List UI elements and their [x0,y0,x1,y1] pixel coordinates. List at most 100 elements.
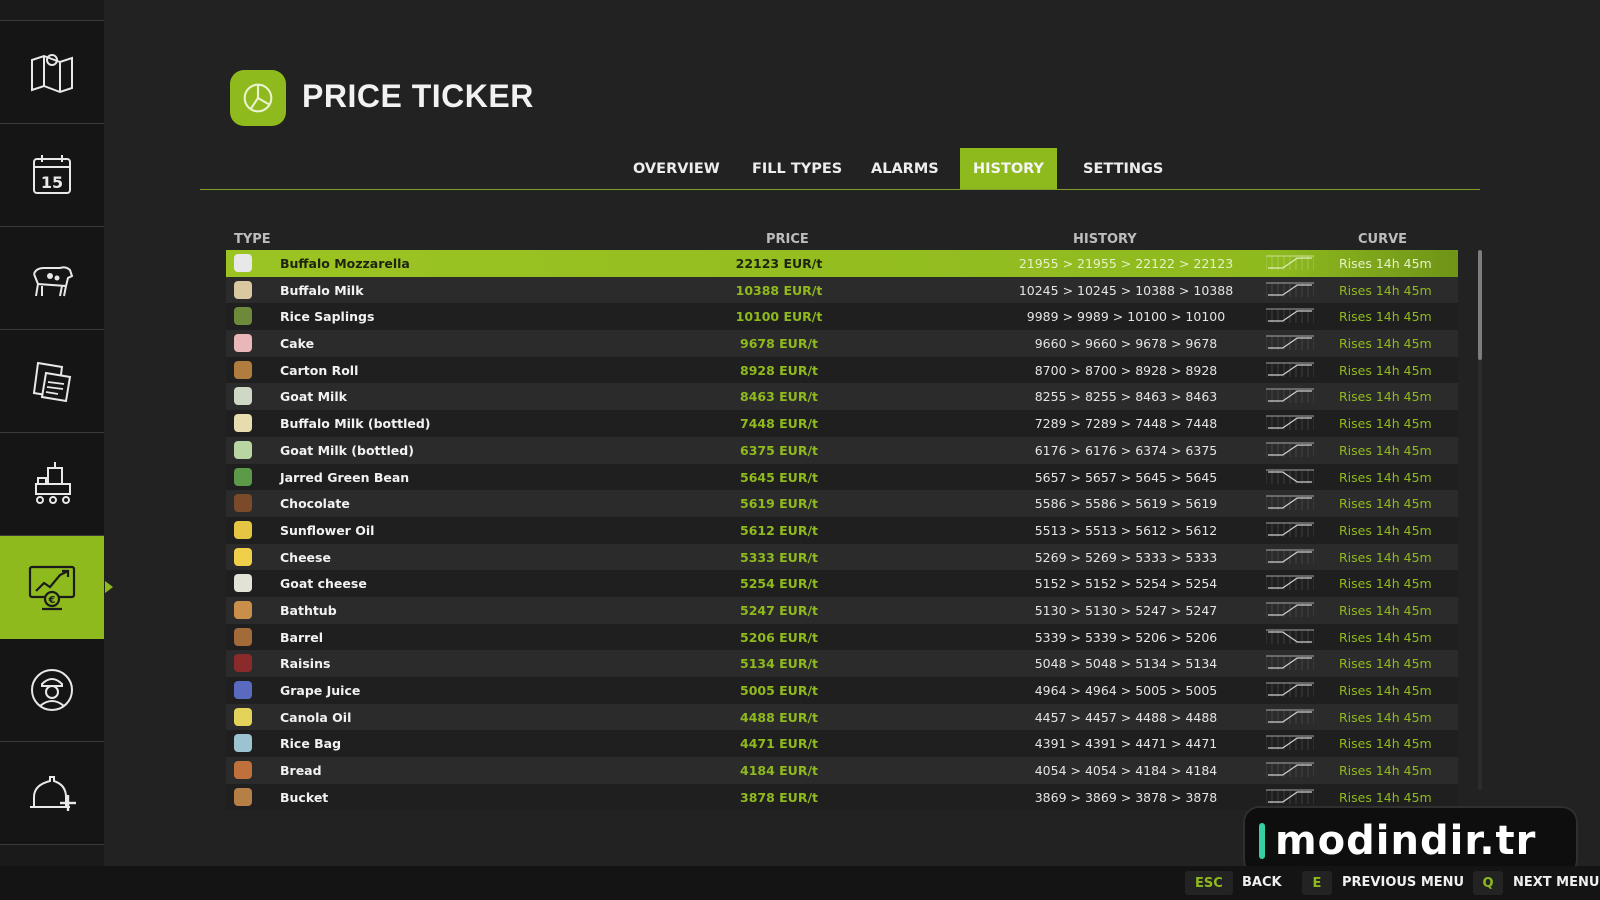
column-header-curve[interactable]: CURVE [1358,232,1407,247]
table-row[interactable]: Carton Roll 8928 EUR/t 8700 > 8700 > 8928 … [226,356,1458,384]
fill-type-name: Cheese [280,549,331,565]
column-header-history[interactable]: HISTORY [1073,232,1137,247]
tab-overview[interactable]: OVERVIEW [616,148,737,190]
fill-type-icon [234,334,252,353]
fill-type-icon [234,761,252,780]
fill-type-icon [234,654,252,673]
sidebar-item-calendar[interactable]: 15 [0,124,104,227]
esc-key-button[interactable]: ESC [1185,871,1233,895]
sidebar-item-animals[interactable] [0,227,104,330]
table-row[interactable]: Buffalo Mozzarella 22123 EUR/t 21955 > 219… [226,250,1458,277]
price-cell: 5247 EUR/t [740,602,818,618]
table-row[interactable]: Canola Oil 4488 EUR/t 4457 > 4457 > 4488 >… [226,703,1458,731]
help-icon [30,776,76,811]
fill-type-name: Grape Juice [280,683,361,698]
sidebar-item-price-ticker[interactable]: € [0,536,113,639]
price-cell: 5612 EUR/t [740,522,818,538]
sidebar-item-map[interactable] [0,21,104,124]
price-sparkline [1266,629,1314,644]
curve-cell: Rises 14h 45m [1339,256,1432,271]
table-row[interactable]: Chocolate 5619 EUR/t 5586 > 5586 > 5619 > … [226,490,1458,517]
history-cell: 8700 > 8700 > 8928 > 8928 [1034,362,1218,378]
table-row[interactable]: Sunflower Oil 5612 EUR/t 5513 > 5513 > 561… [226,516,1458,544]
history-cell: 21955 > 21955 > 22122 > 22123 [1018,256,1234,271]
price-cell: 4471 EUR/t [740,736,818,752]
curve-cell: Rises 14h 45m [1339,522,1432,538]
tab-bar: OVERVIEW FILL TYPES ALARMS HISTORY SETTI… [200,148,1480,190]
sidebar-item-contracts[interactable] [0,330,104,433]
table-row[interactable]: Goat cheese 5254 EUR/t 5152 > 5152 > 5254 … [226,570,1458,597]
column-header-price[interactable]: PRICE [766,232,809,247]
scrollbar-thumb[interactable] [1478,250,1482,360]
table-row[interactable]: Buffalo Milk 10388 EUR/t 10245 > 10245 > 1… [226,276,1458,304]
sidebar-item-help[interactable] [0,742,104,845]
tab-history[interactable]: HISTORY [960,148,1057,190]
fill-type-icon [234,280,252,299]
table-scrollbar[interactable] [1478,250,1482,790]
bottom-action-bar: ESC BACK E PREVIOUS MENU Q NEXT MENU [0,866,1600,900]
previous-menu-label[interactable]: PREVIOUS MENU [1342,875,1464,890]
curve-cell: Rises 14h 45m [1339,469,1432,485]
price-cell: 4184 EUR/t [740,763,818,779]
curve-cell: Rises 14h 45m [1339,629,1432,645]
price-cell: 5645 EUR/t [740,469,818,485]
history-cell: 10245 > 10245 > 10388 > 10388 [1018,282,1234,298]
table-row[interactable]: Raisins 5134 EUR/t 5048 > 5048 > 5134 > 51… [226,650,1458,677]
fill-type-name: Buffalo Mozzarella [280,256,410,271]
table-row[interactable]: Rice Saplings 10100 EUR/t 9989 > 9989 > 10… [226,303,1458,331]
sidebar-item-production[interactable] [0,433,104,536]
price-sparkline [1266,442,1314,457]
q-key-button[interactable]: Q [1473,871,1503,895]
fill-type-icon [234,707,252,726]
price-history-table: Buffalo Mozzarella 22123 EUR/t 21955 > 219… [226,250,1458,811]
history-cell: 5152 > 5152 > 5254 > 5254 [1034,576,1218,592]
curve-cell: Rises 14h 45m [1339,282,1432,298]
price-cell: 8928 EUR/t [740,362,818,378]
next-menu-label[interactable]: NEXT MENU [1513,875,1599,890]
price-sparkline [1266,709,1314,724]
table-row[interactable]: Cheese 5333 EUR/t 5269 > 5269 > 5333 > 533… [226,543,1458,571]
table-row[interactable]: Cake 9678 EUR/t 9660 > 9660 > 9678 > 9678 R… [226,330,1458,357]
price-chart-icon: € [28,565,76,611]
e-key-button[interactable]: E [1302,871,1332,895]
price-sparkline [1266,762,1314,778]
calendar-icon: 15 [33,155,71,194]
history-cell: 4054 > 4054 > 4184 > 4184 [1034,763,1218,779]
active-indicator-arrow [105,581,113,593]
fill-type-name: Rice Bag [280,736,342,752]
fill-type-name: Goat Milk (bottled) [280,442,414,458]
price-cell: 9678 EUR/t [740,336,818,352]
fill-type-icon [234,467,252,486]
fill-type-icon [234,360,252,379]
table-row[interactable]: Barrel 5206 EUR/t 5339 > 5339 > 5206 > 520… [226,623,1458,651]
curve-cell: Rises 14h 45m [1339,549,1432,565]
price-sparkline [1266,522,1314,537]
back-label[interactable]: BACK [1242,875,1282,890]
table-row[interactable]: Bathtub 5247 EUR/t 5130 > 5130 > 5247 > 52… [226,596,1458,624]
curve-cell: Rises 14h 45m [1339,683,1432,698]
table-row[interactable]: Rice Bag 4471 EUR/t 4391 > 4391 > 4471 > 4… [226,730,1458,758]
table-row[interactable]: Jarred Green Bean 5645 EUR/t 5657 > 5657 >… [226,463,1458,491]
price-cell: 7448 EUR/t [740,416,818,432]
price-sparkline [1266,255,1314,270]
history-cell: 4391 > 4391 > 4471 > 4471 [1034,736,1218,752]
column-header-type[interactable]: TYPE [234,232,271,247]
tab-settings[interactable]: SETTINGS [1066,148,1180,190]
table-row[interactable]: Bread 4184 EUR/t 4054 > 4054 > 4184 > 4184… [226,757,1458,784]
tab-fill-types[interactable]: FILL TYPES [735,148,859,190]
tab-alarms[interactable]: ALARMS [854,148,956,190]
fill-type-icon [234,414,252,433]
price-cell: 5134 EUR/t [740,656,818,672]
watermark-text: modindir.tr [1275,818,1537,864]
table-row[interactable]: Grape Juice 5005 EUR/t 4964 > 4964 > 5005 … [226,677,1458,704]
fill-type-icon [234,681,252,699]
sidebar-item-workers[interactable] [0,639,104,742]
price-sparkline [1266,415,1314,431]
table-row[interactable]: Goat Milk (bottled) 6375 EUR/t 6176 > 6176… [226,436,1458,464]
curve-cell: Rises 14h 45m [1339,709,1432,725]
table-row[interactable]: Goat Milk 8463 EUR/t 8255 > 8255 > 8463 > … [226,383,1458,411]
price-sparkline [1266,789,1314,804]
table-row[interactable]: Buffalo Milk (bottled) 7448 EUR/t 7289 > 7… [226,410,1458,437]
sidebar: 15 € [0,0,113,866]
price-cell: 22123 EUR/t [735,256,823,271]
